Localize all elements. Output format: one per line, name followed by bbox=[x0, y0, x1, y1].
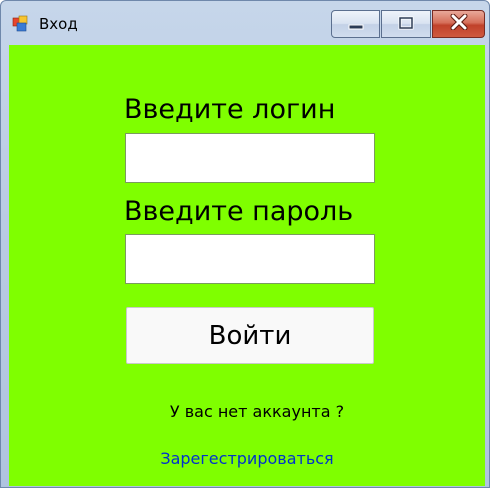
form-area: Введите логин Введите пароль Войти У вас… bbox=[9, 45, 485, 486]
no-account-text: У вас нет аккаунта ? bbox=[169, 402, 345, 421]
login-window: Вход Введите логин Введите пароль Войти … bbox=[0, 0, 490, 488]
password-input[interactable] bbox=[125, 234, 375, 284]
window-title: Вход bbox=[39, 15, 78, 33]
register-link[interactable]: Зарегестрироваться bbox=[9, 449, 485, 468]
minimize-button[interactable] bbox=[331, 10, 380, 38]
maximize-button[interactable] bbox=[381, 10, 431, 38]
minimize-icon bbox=[347, 15, 365, 34]
app-icon bbox=[12, 15, 29, 32]
title-bar[interactable]: Вход bbox=[1, 1, 489, 45]
login-button[interactable]: Войти bbox=[126, 307, 374, 364]
login-label: Введите логин bbox=[124, 94, 336, 125]
close-icon bbox=[450, 13, 468, 34]
password-label: Введите пароль bbox=[124, 196, 354, 227]
close-button[interactable] bbox=[432, 10, 485, 38]
maximize-icon bbox=[398, 15, 414, 34]
login-input[interactable] bbox=[125, 133, 375, 183]
